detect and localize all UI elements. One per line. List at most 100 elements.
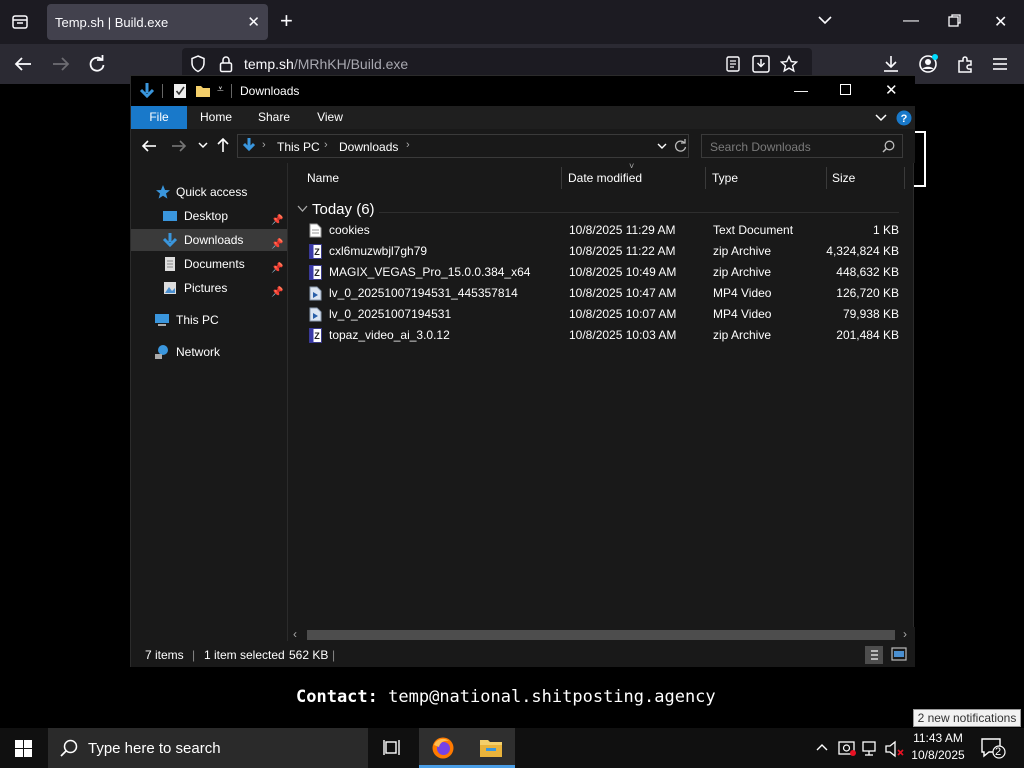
collapse-group-icon[interactable] bbox=[297, 205, 308, 213]
file-row[interactable]: lv_0_20251007194531_445357814 10/8/2025 1… bbox=[299, 282, 903, 303]
back-icon[interactable] bbox=[141, 139, 157, 153]
file-type: zip Archive bbox=[713, 265, 772, 279]
minimize-icon[interactable]: — bbox=[794, 82, 808, 98]
sidebar-item-documents[interactable]: Documents 📌 bbox=[131, 253, 287, 275]
scroll-left-icon[interactable]: ‹ bbox=[293, 627, 297, 641]
file-row[interactable]: lv_0_20251007194531 10/8/2025 10:07 AM MP4… bbox=[299, 303, 903, 324]
refresh-icon[interactable] bbox=[674, 139, 687, 153]
text-file-icon bbox=[309, 223, 322, 238]
large-icons-view-icon[interactable] bbox=[891, 647, 907, 661]
breadcrumb-separator-icon[interactable]: › bbox=[324, 139, 328, 151]
sidebar-item-this-pc[interactable]: This PC bbox=[153, 309, 287, 331]
browser-tab[interactable]: Temp.sh | Build.exe ✕ bbox=[47, 4, 268, 40]
explorer-title-bar[interactable]: ⩡ Downloads — ✕ bbox=[131, 76, 915, 106]
sidebar-item-downloads[interactable]: Downloads 📌 bbox=[131, 229, 287, 251]
search-downloads-input[interactable]: Search Downloads bbox=[701, 134, 903, 158]
chevron-down-icon[interactable] bbox=[817, 12, 833, 28]
expand-ribbon-icon[interactable] bbox=[875, 113, 887, 123]
forward-icon[interactable] bbox=[171, 139, 187, 153]
recent-locations-chevron-icon[interactable] bbox=[198, 142, 208, 150]
details-view-icon[interactable] bbox=[865, 646, 883, 664]
breadcrumb-separator-icon[interactable]: › bbox=[262, 139, 266, 151]
shield-icon[interactable] bbox=[190, 55, 206, 73]
taskbar-search-box[interactable]: Type here to search bbox=[48, 728, 368, 768]
task-view-button[interactable] bbox=[368, 728, 416, 768]
network-tray-icon[interactable] bbox=[862, 740, 880, 758]
tab-list-icon[interactable] bbox=[8, 10, 32, 34]
sidebar-item-label: This PC bbox=[176, 313, 219, 327]
column-divider[interactable] bbox=[904, 167, 905, 189]
selection-count: 1 item selected bbox=[204, 648, 285, 662]
forward-icon[interactable] bbox=[52, 56, 70, 72]
hamburger-menu-icon[interactable] bbox=[992, 57, 1008, 71]
reader-view-icon[interactable] bbox=[726, 56, 740, 72]
quick-access-toolbar-dropdown-icon[interactable]: ⩡ bbox=[217, 82, 224, 97]
tab-share[interactable]: Share bbox=[251, 106, 297, 129]
reload-icon[interactable] bbox=[88, 55, 106, 73]
file-row[interactable]: Ztopaz_video_ai_3.0.12 10/8/2025 10:03 AM… bbox=[299, 324, 903, 345]
file-row[interactable]: cookies 10/8/2025 11:29 AM Text Document 1 … bbox=[299, 219, 903, 240]
file-row[interactable]: Zcxl6muzwbjl7gh79 10/8/2025 11:22 AM zip A… bbox=[299, 240, 903, 261]
tab-close-icon[interactable]: ✕ bbox=[247, 13, 260, 31]
notification-toast[interactable]: 2 new notifications bbox=[913, 709, 1021, 727]
downloads-icon[interactable] bbox=[882, 55, 900, 73]
breadcrumb-this-pc[interactable]: This PC bbox=[277, 140, 320, 154]
up-arrow-icon[interactable] bbox=[216, 137, 230, 153]
breadcrumb-downloads[interactable]: Downloads bbox=[339, 140, 398, 154]
taskbar-search-placeholder: Type here to search bbox=[88, 740, 221, 757]
horizontal-scrollbar[interactable]: ‹ › bbox=[289, 627, 915, 643]
minimize-icon[interactable]: — bbox=[903, 12, 919, 30]
tab-file[interactable]: File bbox=[131, 106, 187, 129]
account-icon[interactable] bbox=[918, 53, 940, 75]
sidebar-item-desktop[interactable]: Desktop 📌 bbox=[131, 205, 287, 227]
action-center-button[interactable]: 2 bbox=[980, 736, 1006, 760]
system-clock[interactable]: 11:43 AM 10/8/2025 bbox=[902, 730, 974, 764]
pictures-icon bbox=[164, 282, 176, 294]
help-icon[interactable]: ? bbox=[896, 110, 912, 126]
group-header-today[interactable]: Today (6) bbox=[312, 201, 375, 218]
close-window-icon[interactable]: ✕ bbox=[885, 81, 898, 99]
sidebar-item-pictures[interactable]: Pictures 📌 bbox=[131, 277, 287, 299]
back-icon[interactable] bbox=[14, 56, 32, 72]
new-folder-icon[interactable] bbox=[195, 83, 211, 99]
taskbar-firefox[interactable] bbox=[419, 728, 467, 768]
maximize-icon[interactable] bbox=[840, 84, 851, 95]
search-icon[interactable] bbox=[882, 140, 895, 153]
tab-view[interactable]: View bbox=[307, 106, 353, 129]
properties-checkmark-icon[interactable] bbox=[173, 83, 187, 99]
breadcrumb-separator-icon[interactable]: › bbox=[406, 139, 410, 151]
new-tab-icon[interactable]: + bbox=[280, 10, 293, 32]
zip-icon: Z bbox=[309, 328, 322, 343]
video-icon bbox=[309, 286, 322, 301]
address-history-chevron-icon[interactable] bbox=[657, 143, 667, 151]
scroll-right-icon[interactable]: › bbox=[903, 627, 907, 641]
column-header-date-modified[interactable]: Date modified bbox=[568, 171, 642, 185]
sidebar-item-network[interactable]: Network bbox=[153, 341, 287, 363]
save-to-pocket-icon[interactable] bbox=[752, 55, 770, 73]
file-name: lv_0_20251007194531 bbox=[329, 307, 452, 321]
show-hidden-icons-chevron-icon[interactable] bbox=[816, 742, 828, 752]
windows-start-icon[interactable] bbox=[15, 740, 32, 757]
column-header-size[interactable]: Size bbox=[832, 171, 855, 185]
close-window-icon[interactable]: ✕ bbox=[994, 12, 1007, 32]
restore-icon[interactable] bbox=[948, 14, 962, 28]
taskbar-file-explorer[interactable] bbox=[467, 728, 515, 768]
address-bar[interactable]: › This PC › Downloads › bbox=[237, 134, 689, 158]
column-divider[interactable] bbox=[826, 167, 827, 189]
file-list-pane: Name ˅ Date modified Type Size Today (6)… bbox=[289, 161, 913, 641]
column-header-type[interactable]: Type bbox=[712, 171, 738, 185]
security-tray-icon[interactable] bbox=[838, 739, 856, 757]
status-divider: | bbox=[192, 648, 196, 662]
pin-icon[interactable]: 📌 bbox=[271, 282, 283, 304]
tab-home[interactable]: Home bbox=[193, 106, 239, 129]
sidebar-item-quick-access[interactable]: Quick access bbox=[153, 181, 287, 203]
extensions-icon[interactable] bbox=[956, 55, 974, 73]
column-divider[interactable] bbox=[705, 167, 706, 189]
lock-icon[interactable] bbox=[219, 55, 233, 73]
file-row[interactable]: Z MAGIX_VEGAS_Pro_15.0.0.384_x64 10/8/2025… bbox=[299, 261, 903, 282]
contact-email[interactable]: temp@national.shitposting.agency bbox=[388, 687, 716, 707]
column-header-name[interactable]: Name bbox=[307, 171, 339, 185]
scrollbar-thumb[interactable] bbox=[307, 630, 895, 640]
column-divider[interactable] bbox=[561, 167, 562, 189]
bookmark-star-icon[interactable] bbox=[780, 55, 798, 73]
